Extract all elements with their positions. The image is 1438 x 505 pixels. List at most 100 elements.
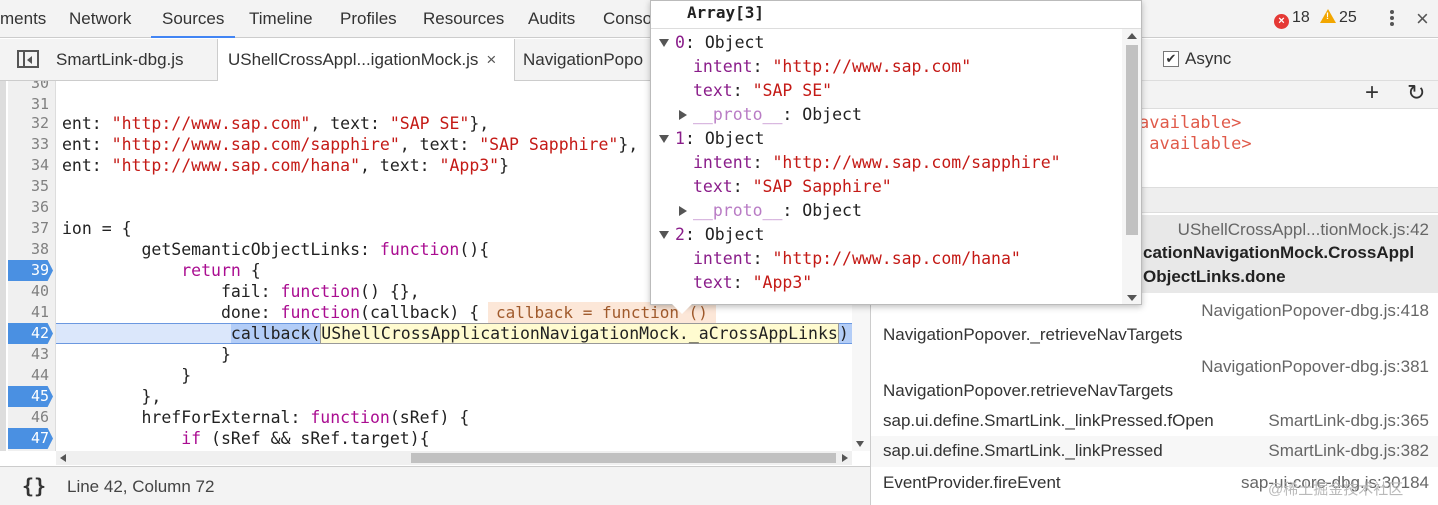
collapsed-triangle-icon[interactable] [679,110,687,120]
call-frame[interactable]: SmartLink-dbg.js:365 sap.ui.define.Smart… [871,405,1438,436]
error-counter[interactable]: × 18 [1274,9,1310,29]
line-number[interactable]: 37 [8,218,53,239]
line-number[interactable]: 36 [8,197,53,218]
file-tab-label: UShellCrossAppl...igationMock.js [228,50,479,69]
refresh-icon[interactable]: ↻ [1407,80,1425,106]
code-line: done: function(callback) { [62,303,480,322]
scroll-up-arrow-icon[interactable] [1127,33,1137,39]
scroll-thumb[interactable] [1126,45,1138,235]
frame-function: cationNavigationMock.CrossAppl [1143,243,1415,262]
line-number[interactable]: 48 [8,449,53,451]
code-line: fail: function() {}, [62,282,420,301]
file-tab-navigationpopover[interactable]: NavigationPopo [513,39,643,81]
async-checkbox[interactable]: ✔ [1163,51,1179,67]
warning-counter[interactable]: ! 25 [1320,9,1357,27]
line-number[interactable]: 44 [8,365,53,386]
line-number[interactable]: 31 [8,94,53,115]
frame-function: sap.ui.define.SmartLink._linkPressed [883,441,1163,460]
scroll-right-arrow-icon[interactable] [842,454,848,462]
line-number[interactable]: 35 [8,176,53,197]
array-item-2[interactable]: 2: Object [659,223,764,247]
line-number[interactable]: 40 [8,281,53,302]
frame-location: SmartLink-dbg.js:365 [1268,411,1429,430]
add-watch-icon[interactable]: + [1365,79,1379,107]
tab-profiles[interactable]: Profiles [340,0,397,38]
file-tab-smartlink[interactable]: SmartLink-dbg.js [46,39,184,81]
code-line: if (sRef && sRef.target){ [181,429,430,448]
object-preview-popover[interactable]: Array[3] 0: Object intent: "http://www.s… [650,0,1142,305]
scroll-down-arrow-icon[interactable] [856,441,864,447]
line-number[interactable]: 33 [8,134,53,155]
tab-elements[interactable]: ments [0,0,46,38]
hovered-expression[interactable]: UShellCrossApplicationNavigationMock._aC… [320,323,839,344]
line-number[interactable]: 43 [8,344,53,365]
close-tab-icon[interactable]: × [486,50,496,69]
scroll-thumb[interactable] [411,453,836,463]
warning-count: 25 [1339,9,1357,26]
code-line: return { [181,261,261,280]
expanded-triangle-icon[interactable] [659,135,669,143]
code-line-current: callback(UShellCrossApplicationNavigatio… [230,323,859,344]
close-devtools-icon[interactable]: × [1416,6,1429,32]
popover-title: Array[3] [651,1,1141,29]
code-line: getSemanticObjectLinks: function(){ [62,240,490,259]
collapsed-triangle-icon[interactable] [679,206,687,216]
breakpoint-marker[interactable]: 39 [8,260,53,281]
frame-location: NavigationPopover-dbg.js:381 [1201,357,1429,376]
file-tab-ushell-mock[interactable]: UShellCrossAppl...igationMock.js × [217,39,515,81]
code-line: ent: "http://www.sap.com/sapphire", text… [62,135,639,154]
call-frame[interactable]: NavigationPopover-dbg.js:381 NavigationP… [871,349,1438,405]
property-intent: intent: "http://www.sap.com/sapphire" [693,153,1061,172]
frame-function: NavigationPopover._retrieveNavTargets [883,325,1183,344]
editor-horizontal-scrollbar[interactable] [56,451,852,465]
frame-function: ObjectLinks.done [1143,267,1286,286]
tab-sources[interactable]: Sources [151,0,236,38]
expanded-triangle-icon[interactable] [659,231,669,239]
more-menu-icon[interactable] [1385,8,1399,30]
code-line: hrefForExternal: function(sRef) { [62,408,470,427]
array-item-0[interactable]: 0: Object [659,31,764,55]
expanded-triangle-icon[interactable] [659,39,669,47]
code-line: ent: "http://www.sap.com/hana", text: "A… [62,156,510,175]
breakpoint-marker[interactable]: 47 [8,428,53,449]
property-text: text: "SAP SE" [693,81,833,100]
error-icon: × [1274,14,1289,29]
tab-timeline[interactable]: Timeline [249,0,313,38]
async-label: Async [1185,49,1232,68]
line-number[interactable]: 32 [8,113,53,134]
scroll-left-arrow-icon[interactable] [60,454,66,462]
line-number[interactable]: 46 [8,407,53,428]
property-proto[interactable]: __proto__: Object [679,199,862,223]
tab-network[interactable]: Network [69,0,131,38]
property-text: text: "App3" [693,273,813,292]
breakpoint-marker[interactable]: 42 [8,323,53,344]
popover-scrollbar[interactable] [1122,29,1141,304]
tab-resources[interactable]: Resources [423,0,504,38]
call-frame[interactable]: SmartLink-dbg.js:382 sap.ui.define.Smart… [871,436,1438,467]
line-number[interactable]: 34 [8,155,53,176]
property-proto[interactable]: __proto__: Object [679,103,862,127]
warning-icon: ! [1320,9,1336,23]
watch-value: available> [1139,113,1242,133]
line-number[interactable]: 38 [8,239,53,260]
editor-status-bar: {} Line 42, Column 72 [0,466,870,505]
breakpoint-marker[interactable]: 45 [8,386,53,407]
error-count: 18 [1292,9,1310,26]
popover-pointer [672,304,692,314]
frame-function: EventProvider.fireEvent [883,473,1061,492]
frame-function: sap.ui.define.SmartLink._linkPressed.fOp… [883,411,1214,430]
array-item-1[interactable]: 1: Object [659,127,764,151]
code-line: ion = { [62,219,132,238]
tab-console[interactable]: Conso [603,0,652,38]
line-number[interactable]: 41 [8,302,53,323]
pretty-print-button[interactable]: {} [22,474,46,498]
tab-audits[interactable]: Audits [528,0,575,38]
scroll-down-arrow-icon[interactable] [1127,295,1137,301]
line-number[interactable]: 30 [8,81,53,94]
toggle-navigator-icon[interactable] [17,50,39,68]
frame-location: SmartLink-dbg.js:382 [1268,441,1429,460]
navigator-edge [0,81,6,451]
watch-value: available> [1139,134,1252,154]
cursor-position: Line 42, Column 72 [67,477,215,496]
watermark: @稀土掘金技术社区 [1268,481,1404,498]
